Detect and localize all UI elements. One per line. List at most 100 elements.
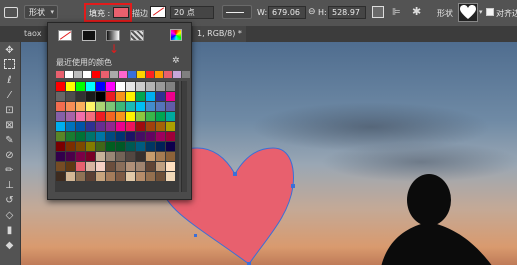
color-swatch[interactable] (76, 122, 85, 131)
color-swatch[interactable] (76, 102, 85, 111)
color-swatch[interactable] (66, 102, 75, 111)
color-swatch[interactable] (76, 82, 85, 91)
color-swatch[interactable] (126, 102, 135, 111)
color-swatch[interactable] (96, 102, 105, 111)
color-swatch[interactable] (126, 162, 135, 171)
color-swatch[interactable] (116, 142, 125, 151)
color-swatch[interactable] (166, 132, 175, 141)
color-swatch[interactable] (106, 162, 115, 171)
color-swatch[interactable] (106, 172, 115, 181)
color-swatch[interactable] (106, 142, 115, 151)
color-swatch[interactable] (126, 122, 135, 131)
color-swatch[interactable] (156, 122, 165, 131)
color-swatch[interactable] (56, 112, 65, 121)
color-swatch[interactable] (166, 172, 175, 181)
fill-control[interactable]: 填充 : (84, 3, 132, 22)
gradient-tool-icon[interactable]: ▮ (3, 224, 16, 237)
color-swatch[interactable] (106, 112, 115, 121)
color-swatch[interactable] (156, 102, 165, 111)
shape-tool-icon[interactable] (4, 7, 18, 18)
color-swatch[interactable] (76, 112, 85, 121)
color-swatch[interactable] (56, 122, 65, 131)
color-swatch[interactable] (146, 142, 155, 151)
color-swatch[interactable] (66, 152, 75, 161)
blur-tool-icon[interactable]: ◆ (3, 239, 16, 252)
recent-color-swatch[interactable] (101, 71, 109, 78)
color-swatch[interactable] (126, 172, 135, 181)
color-swatch[interactable] (96, 142, 105, 151)
color-swatch[interactable] (136, 132, 145, 141)
recent-color-swatch[interactable] (83, 71, 91, 78)
color-swatch[interactable] (146, 122, 155, 131)
brush-tool-icon[interactable]: ✏ (3, 164, 16, 177)
color-swatch[interactable] (156, 112, 165, 121)
color-swatch[interactable] (136, 162, 145, 171)
color-swatch[interactable] (146, 132, 155, 141)
color-swatch[interactable] (66, 162, 75, 171)
color-swatch[interactable] (116, 112, 125, 121)
color-swatch[interactable] (86, 112, 95, 121)
color-swatch[interactable] (96, 112, 105, 121)
color-swatch[interactable] (56, 132, 65, 141)
color-swatch[interactable] (156, 172, 165, 181)
color-swatch[interactable] (146, 102, 155, 111)
color-swatch[interactable] (66, 142, 75, 151)
color-swatch[interactable] (56, 92, 65, 101)
color-swatch[interactable] (156, 142, 165, 151)
color-swatch[interactable] (76, 152, 85, 161)
crop-tool-icon[interactable]: ⊡ (3, 104, 16, 117)
color-swatch[interactable] (136, 152, 145, 161)
color-swatch[interactable] (116, 102, 125, 111)
solid-color-fill-button[interactable] (82, 30, 96, 41)
color-swatch[interactable] (126, 152, 135, 161)
color-swatch[interactable] (76, 132, 85, 141)
color-swatch[interactable] (96, 172, 105, 181)
pattern-fill-button[interactable] (130, 30, 144, 41)
recent-color-swatch[interactable] (74, 71, 82, 78)
color-swatch[interactable] (106, 122, 115, 131)
recent-color-swatch[interactable] (128, 71, 136, 78)
color-swatch[interactable] (86, 152, 95, 161)
stroke-style-dropdown[interactable] (222, 5, 252, 19)
color-swatch[interactable] (126, 92, 135, 101)
color-swatch[interactable] (86, 122, 95, 131)
path-arrangement-icon[interactable]: ✱ (412, 5, 421, 18)
recent-color-swatch[interactable] (137, 71, 145, 78)
history-brush-tool-icon[interactable]: ↺ (3, 194, 16, 207)
color-swatch[interactable] (56, 162, 65, 171)
color-swatch[interactable] (86, 82, 95, 91)
color-swatch[interactable] (136, 92, 145, 101)
custom-shape-picker[interactable] (458, 3, 478, 22)
color-swatch[interactable] (86, 172, 95, 181)
color-swatch[interactable] (166, 142, 175, 151)
color-swatch[interactable] (66, 112, 75, 121)
color-swatch[interactable] (156, 92, 165, 101)
color-swatch[interactable] (56, 152, 65, 161)
color-swatch[interactable] (166, 152, 175, 161)
color-swatch[interactable] (156, 82, 165, 91)
height-field[interactable]: 528.97 (328, 6, 366, 19)
clone-stamp-tool-icon[interactable]: ⊥ (3, 179, 16, 192)
color-swatch[interactable] (116, 82, 125, 91)
recent-color-swatch[interactable] (92, 71, 100, 78)
fill-color-swatch[interactable] (113, 7, 129, 18)
no-color-fill-button[interactable] (58, 30, 72, 41)
gear-icon[interactable]: ✲ (172, 56, 180, 66)
color-swatch[interactable] (116, 92, 125, 101)
color-picker-icon[interactable] (170, 29, 182, 41)
eyedropper-tool-icon[interactable]: ✎ (3, 134, 16, 147)
color-swatch[interactable] (96, 152, 105, 161)
color-swatch[interactable] (96, 82, 105, 91)
width-field[interactable]: 679.06 (268, 6, 306, 19)
move-tool-icon[interactable]: ✥ (3, 44, 16, 57)
color-swatch[interactable] (86, 102, 95, 111)
color-swatch[interactable] (56, 82, 65, 91)
align-edges-checkbox[interactable] (486, 8, 494, 16)
color-swatch[interactable] (146, 152, 155, 161)
color-swatch[interactable] (96, 162, 105, 171)
color-swatch[interactable] (126, 142, 135, 151)
color-swatch[interactable] (116, 132, 125, 141)
tab-document-2[interactable]: 1, RGB/8) * (193, 26, 246, 42)
color-swatch[interactable] (166, 162, 175, 171)
recent-color-swatch[interactable] (164, 71, 172, 78)
